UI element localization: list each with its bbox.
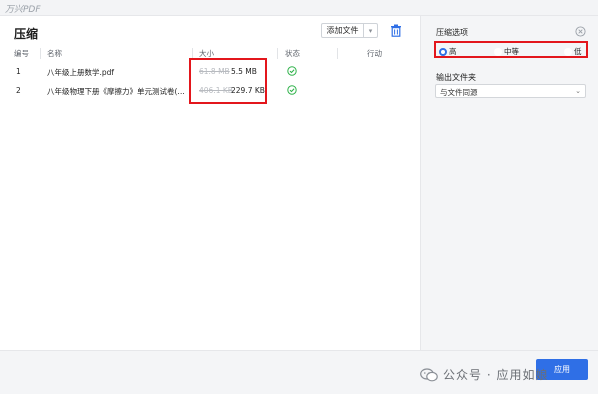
radio-low[interactable]: 低	[564, 46, 582, 57]
wechat-icon	[420, 367, 438, 381]
output-folder-value: 与文件同源	[440, 88, 478, 97]
watermark-text: 公众号 · 应用如娘	[443, 368, 549, 382]
close-icon[interactable]	[575, 26, 586, 37]
app-title: 万兴PDF	[5, 5, 41, 15]
radio-high[interactable]: 高	[439, 46, 457, 57]
options-sidebar: 压缩选项 高 中等 低 输出文件夹 与文件同源 ⌄	[420, 16, 598, 350]
success-check-icon	[287, 85, 297, 95]
row-index: 2	[16, 86, 21, 95]
col-index: 编号	[14, 49, 29, 58]
watermark: 公众号 · 应用如娘	[420, 366, 548, 383]
col-action: 行动	[367, 49, 382, 58]
delete-icon[interactable]	[390, 24, 402, 37]
col-status: 状态	[285, 49, 300, 58]
compression-level-group: 高 中等 低	[434, 41, 588, 58]
page-title: 压缩	[14, 27, 39, 41]
radio-high-label: 高	[449, 47, 457, 56]
radio-medium-label: 中等	[504, 47, 519, 56]
column-divider	[277, 48, 278, 59]
radio-low-label: 低	[574, 47, 582, 56]
col-name: 名称	[47, 49, 62, 58]
title-bar: 万兴PDF	[0, 0, 598, 16]
column-divider	[40, 48, 41, 59]
radio-selected-icon[interactable]	[439, 47, 447, 56]
radio-medium[interactable]: 中等	[494, 46, 519, 57]
row-index: 1	[16, 67, 21, 76]
add-files-button[interactable]: 添加文件 ▾	[321, 23, 378, 38]
chevron-down-icon: ⌄	[575, 87, 581, 95]
output-folder-title: 输出文件夹	[436, 73, 476, 82]
chevron-down-icon[interactable]: ▾	[364, 27, 377, 35]
success-check-icon	[287, 66, 297, 76]
column-divider	[337, 48, 338, 59]
radio-unselected-icon[interactable]	[564, 47, 572, 56]
size-highlight-box	[189, 58, 267, 104]
compress-options-title: 压缩选项	[436, 28, 468, 37]
add-files-label[interactable]: 添加文件	[322, 24, 364, 37]
output-folder-select[interactable]: 与文件同源 ⌄	[435, 84, 586, 98]
file-name: 八年级物理下册《摩擦力》单元测试卷(…	[47, 87, 185, 96]
file-name: 八年级上册数学.pdf	[47, 68, 115, 77]
radio-unselected-icon[interactable]	[494, 47, 502, 56]
